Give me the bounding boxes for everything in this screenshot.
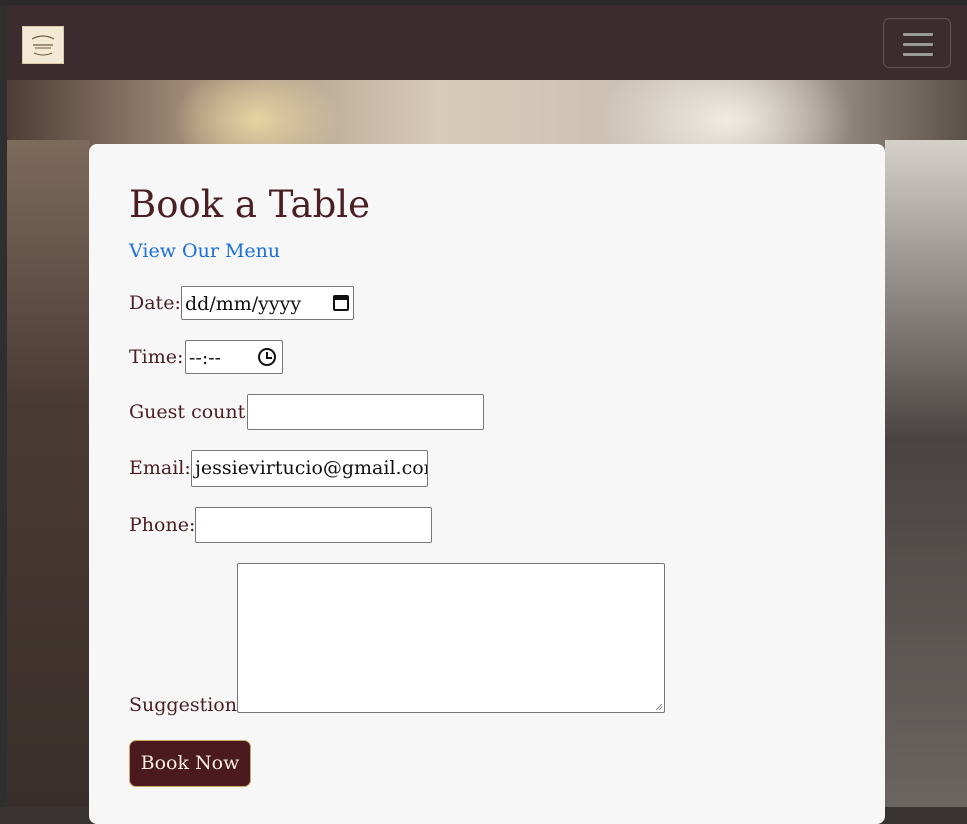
clock-icon[interactable] <box>258 348 276 366</box>
guest-count-input[interactable] <box>247 394 484 430</box>
phone-label: Phone: <box>129 514 196 536</box>
navbar <box>7 5 967 80</box>
suggestion-label: Suggestion: <box>129 694 244 716</box>
resize-handle-icon[interactable] <box>656 704 662 710</box>
calendar-icon[interactable] <box>333 295 349 311</box>
time-label: Time: <box>129 346 184 368</box>
page-title: Book a Table <box>129 183 371 226</box>
logo-graphic <box>31 35 55 56</box>
time-input[interactable]: --:-- <box>185 340 283 374</box>
background-shade-left <box>7 140 89 807</box>
restaurant-logo-icon[interactable] <box>22 26 64 64</box>
email-value: jessievirtucio@gmail.com <box>195 457 428 479</box>
view-menu-link[interactable]: View Our Menu <box>129 238 280 264</box>
email-input[interactable]: jessievirtucio@gmail.com <box>191 450 428 487</box>
phone-input[interactable] <box>195 507 432 543</box>
book-now-button[interactable]: Book Now <box>129 740 251 787</box>
background-shade-right <box>885 140 967 807</box>
date-placeholder: dd/mm/yyyy <box>185 293 302 315</box>
suggestion-textarea[interactable] <box>237 563 665 713</box>
email-label: Email: <box>129 457 191 479</box>
time-placeholder: --:-- <box>189 347 222 369</box>
guest-count-label: Guest count: <box>129 401 252 423</box>
date-label: Date: <box>129 292 181 314</box>
window-left-edge <box>0 5 7 807</box>
date-input[interactable]: dd/mm/yyyy <box>181 286 354 320</box>
hamburger-menu-icon[interactable] <box>883 18 951 68</box>
